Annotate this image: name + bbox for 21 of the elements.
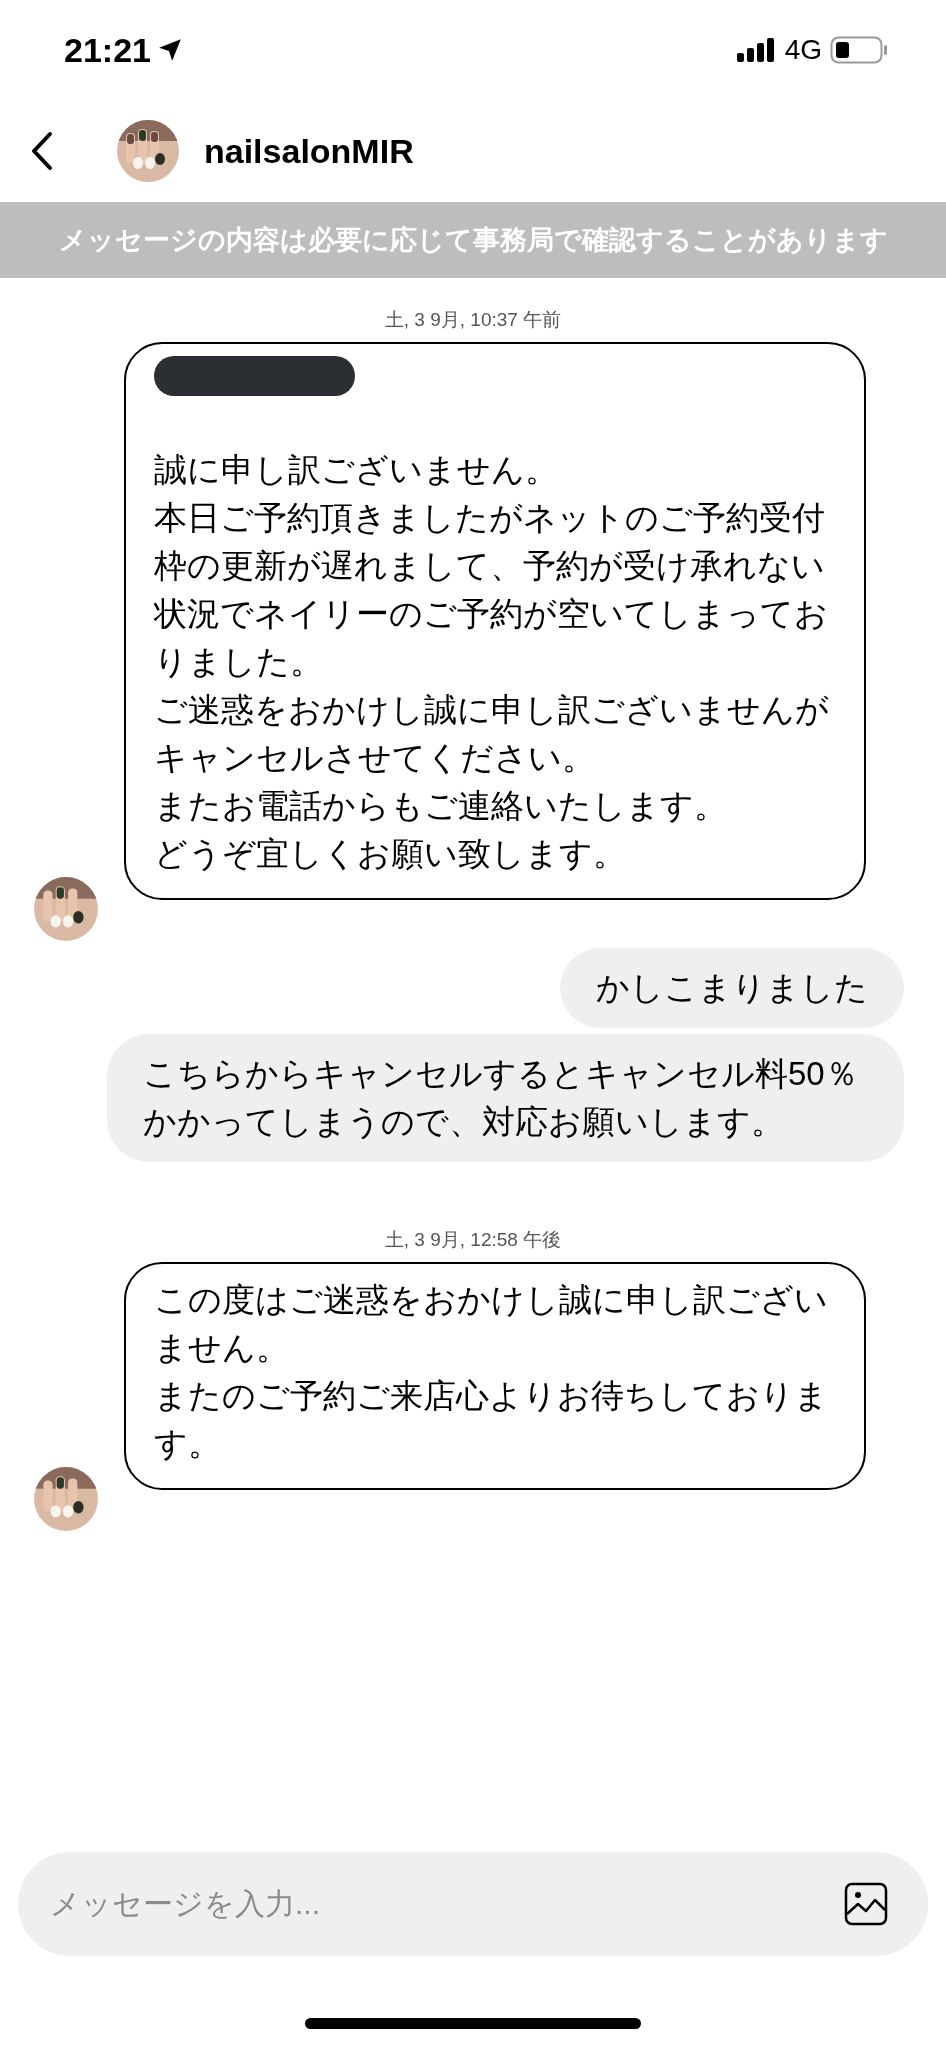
- message-text: ご迷惑をおかけし誠に申し訳ございませんがキャンセルさせてください。: [154, 691, 830, 778]
- message-text: またお電話からもご連絡いたします。: [154, 787, 728, 826]
- message-text: 本日ご予約頂きましたがネットのご予約受付枠の更新が遅れまして、予約が受け承れない状況でネイリーのご予約が空いてしまっておりました。: [154, 499, 829, 682]
- back-icon[interactable]: [30, 131, 54, 171]
- image-icon[interactable]: [844, 1882, 888, 1926]
- signal-icon: [736, 38, 777, 62]
- message-field[interactable]: メッセージを入力...: [48, 1886, 834, 1922]
- battery-icon: [830, 36, 888, 64]
- timestamp: 土, 3 9月, 10:37 午前: [383, 308, 563, 332]
- message-text: またのご予約ご来店心よりお待ちしております。: [154, 1377, 829, 1464]
- notice-banner: メッセージの内容は必要に応じて事務局で確認することがあります: [0, 202, 946, 278]
- message-text: かしこまりました: [596, 968, 868, 1008]
- message-text: こちらからキャンセルするとキャンセル料50％かかってしまうので、対応お願いします。: [143, 1054, 859, 1142]
- network-label: 4G: [784, 34, 822, 66]
- message-text: 誠に申し訳ございません。: [154, 451, 559, 490]
- message-text: どうぞ宜しくお願い致します。: [154, 835, 627, 874]
- status-time: 21:21: [64, 30, 151, 70]
- message-composer[interactable]: メッセージを入力...: [18, 1852, 928, 1956]
- timestamp: 土, 3 9月, 12:58 午後: [383, 1228, 563, 1252]
- message-text: この度はご迷惑をおかけし誠に申し訳ございません。: [154, 1281, 829, 1368]
- contact-name[interactable]: nailsalonMIR: [204, 131, 414, 171]
